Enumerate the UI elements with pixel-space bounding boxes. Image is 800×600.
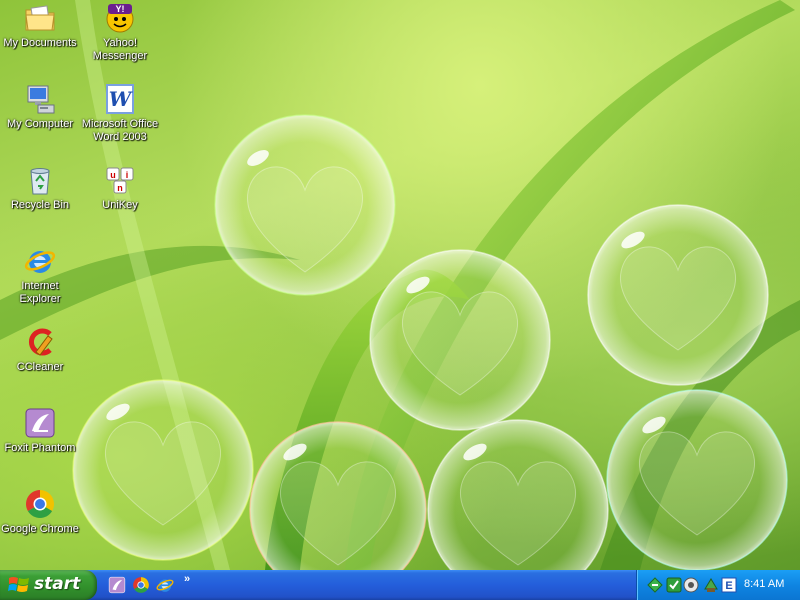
start-button[interactable]: start: [0, 570, 97, 600]
desktop-icon-internet-explorer[interactable]: Internet Explorer: [0, 245, 80, 306]
desktop-icon-label: Recycle Bin: [10, 199, 70, 211]
ime-icon[interactable]: E: [721, 577, 737, 593]
update-icon[interactable]: [683, 577, 699, 593]
svg-text:Y!: Y!: [116, 4, 125, 14]
network-icon[interactable]: [647, 577, 663, 593]
computer-icon: [24, 83, 56, 115]
desktop-icon-ccleaner[interactable]: CCleaner: [0, 326, 80, 374]
svg-text:u: u: [110, 170, 116, 180]
yahoo-messenger-icon: Y!: [104, 2, 136, 34]
desktop-icon-label: Yahoo! Messenger: [92, 37, 148, 62]
ccleaner-icon: [24, 326, 56, 358]
unikey-tray-icon[interactable]: [666, 577, 682, 593]
desktop-icon-my-computer[interactable]: My Computer: [0, 83, 80, 131]
desktop-icon-label: My Computer: [6, 118, 74, 130]
desktop-icon-label: UniKey: [102, 199, 138, 211]
svg-text:E: E: [725, 580, 732, 592]
desktop-icon-label: Internet Explorer: [19, 280, 61, 305]
start-label: start: [34, 574, 81, 594]
chrome-icon: [24, 488, 56, 520]
desktop-icon-recycle-bin[interactable]: Recycle Bin: [0, 164, 80, 212]
taskbar[interactable]: start » E 8:41 AM: [0, 570, 800, 600]
security-icon[interactable]: [703, 577, 719, 593]
desktop-icon-label: My Documents: [3, 37, 77, 49]
unikey-icon: u i n: [104, 164, 136, 196]
desktop-icon-foxit-phantom[interactable]: Foxit Phantom: [0, 407, 80, 455]
desktop[interactable]: My Documents Y! Yahoo! Messenger My Comp…: [0, 0, 800, 570]
desktop-icon-google-chrome[interactable]: Google Chrome: [0, 488, 80, 536]
chrome-icon[interactable]: [132, 576, 150, 594]
desktop-icon-my-documents[interactable]: My Documents: [0, 2, 80, 50]
desktop-icon-unikey[interactable]: u i n UniKey: [80, 164, 160, 212]
clock[interactable]: 8:41 AM: [744, 578, 784, 590]
desktop-icon-label: Foxit Phantom: [4, 442, 76, 454]
internet-explorer-icon: [24, 245, 56, 277]
internet-explorer-icon[interactable]: [156, 576, 174, 594]
heart-bubble: [587, 204, 769, 386]
word-icon: W: [104, 83, 136, 115]
heart-bubble: [427, 419, 609, 570]
heart-bubble: [606, 389, 788, 570]
desktop-icon-label: CCleaner: [16, 361, 64, 373]
svg-text:i: i: [126, 170, 129, 180]
desktop-icon-yahoo-messenger[interactable]: Y! Yahoo! Messenger: [80, 2, 160, 63]
desktop-icon-word-2003[interactable]: W Microsoft Office Word 2003: [80, 83, 160, 144]
recycle-bin-icon: [24, 164, 56, 196]
windows-logo-icon: [8, 577, 29, 592]
foxit-phantom-icon[interactable]: [108, 576, 126, 594]
foxit-phantom-icon: [24, 407, 56, 439]
desktop-icon-label: Google Chrome: [1, 523, 79, 535]
heart-bubble: [369, 249, 551, 431]
folder-documents-icon: [24, 2, 56, 34]
heart-bubble: [72, 379, 254, 561]
desktop-icon-label: Microsoft Office Word 2003: [81, 118, 159, 143]
heart-bubble: [214, 114, 396, 296]
svg-text:n: n: [117, 183, 123, 193]
quick-launch-overflow-chevron[interactable]: »: [184, 573, 190, 585]
svg-text:W: W: [109, 87, 134, 111]
